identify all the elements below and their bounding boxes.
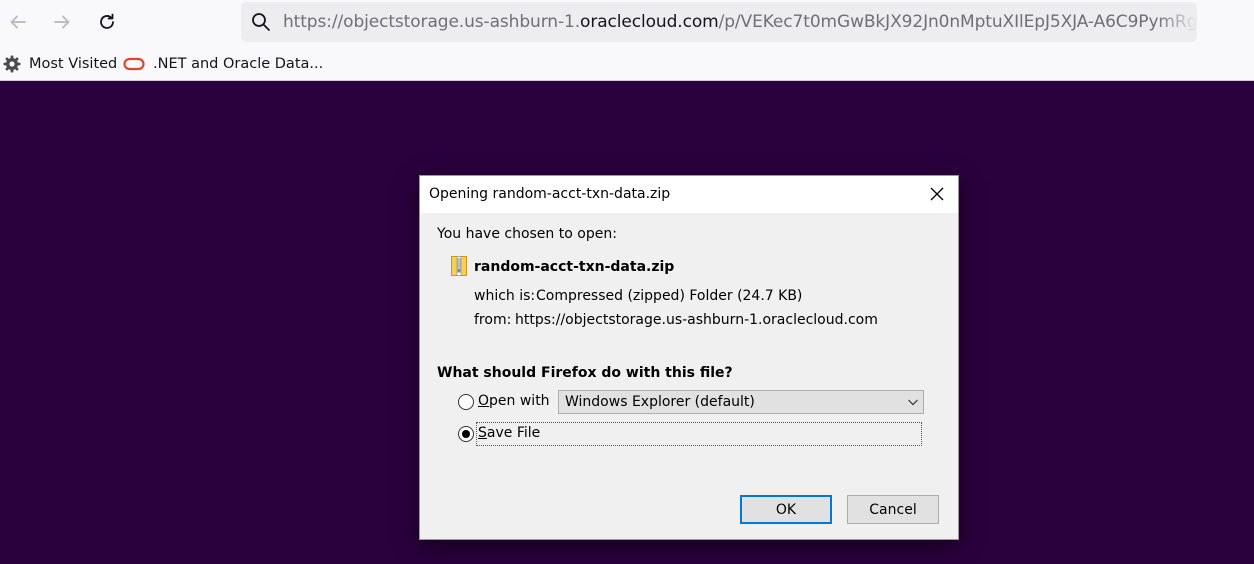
save-file-accel: S xyxy=(478,425,487,441)
oracle-icon xyxy=(123,55,145,73)
open-with-rest: pen with xyxy=(489,393,550,409)
url-host: oraclecloud.com xyxy=(580,12,719,32)
file-type-value: Compressed (zipped) Folder (24.7 KB) xyxy=(536,288,803,304)
which-is-label: which is: xyxy=(474,288,536,304)
zip-folder-icon xyxy=(451,256,467,276)
bookmark-label: Most Visited xyxy=(29,56,118,72)
open-with-radio[interactable] xyxy=(458,394,474,410)
back-button[interactable] xyxy=(2,6,34,38)
forward-arrow-icon xyxy=(54,15,70,29)
from-label: from: xyxy=(474,312,512,328)
back-arrow-icon xyxy=(10,15,26,29)
bookmark-label: .NET and Oracle Data... xyxy=(153,56,324,72)
bookmark-net-oracle[interactable]: .NET and Oracle Data... xyxy=(123,54,323,74)
open-with-accel: O xyxy=(478,393,490,409)
url-bar[interactable]: https://objectstorage.us-ashburn-1.oracl… xyxy=(241,2,1197,42)
from-value: https://objectstorage.us-ashburn-1.oracl… xyxy=(515,312,878,328)
browser-toolbar: https://objectstorage.us-ashburn-1.oracl… xyxy=(0,0,1254,46)
save-file-focus-ring xyxy=(476,422,922,446)
intro-text: You have chosen to open: xyxy=(437,226,617,242)
dialog-title: Opening random-acct-txn-data.zip xyxy=(429,186,671,202)
close-icon xyxy=(930,187,944,201)
open-with-label[interactable]: Open with xyxy=(478,393,550,409)
cancel-button[interactable]: Cancel xyxy=(847,495,939,524)
question-text: What should Firefox do with this file? xyxy=(437,365,733,381)
forward-button[interactable] xyxy=(46,6,78,38)
url-prefix: objectstorage.us-ashburn-1. xyxy=(343,12,581,32)
save-file-label[interactable]: Save File xyxy=(478,425,540,441)
url-scheme: https:// xyxy=(283,12,344,32)
save-file-radio[interactable] xyxy=(458,426,474,442)
chevron-down-icon xyxy=(908,399,918,406)
close-button[interactable] xyxy=(922,180,952,208)
url-path: /p/VEKec7t0mGwBkJX92Jn0nMptuXIlEpJ5XJA-A… xyxy=(718,12,1197,32)
download-dialog: Opening random-acct-txn-data.zip You hav… xyxy=(419,175,959,540)
app-select-value: Windows Explorer (default) xyxy=(565,394,755,410)
ok-button[interactable]: OK xyxy=(740,495,832,524)
save-file-rest: ave File xyxy=(486,425,541,441)
url-fade xyxy=(1157,2,1197,42)
reload-icon xyxy=(100,13,114,29)
search-icon xyxy=(252,13,270,31)
bookmark-most-visited[interactable]: Most Visited xyxy=(3,54,117,74)
app-select[interactable]: Windows Explorer (default) xyxy=(558,390,924,414)
url-text[interactable]: https://objectstorage.us-ashburn-1.oracl… xyxy=(283,12,1197,32)
gear-icon xyxy=(3,55,21,73)
bookmarks-toolbar: Most Visited .NET and Oracle Data... xyxy=(0,46,1254,81)
dialog-titlebar: Opening random-acct-txn-data.zip xyxy=(420,176,958,213)
reload-button[interactable] xyxy=(91,6,123,38)
file-name: random-acct-txn-data.zip xyxy=(474,259,675,275)
